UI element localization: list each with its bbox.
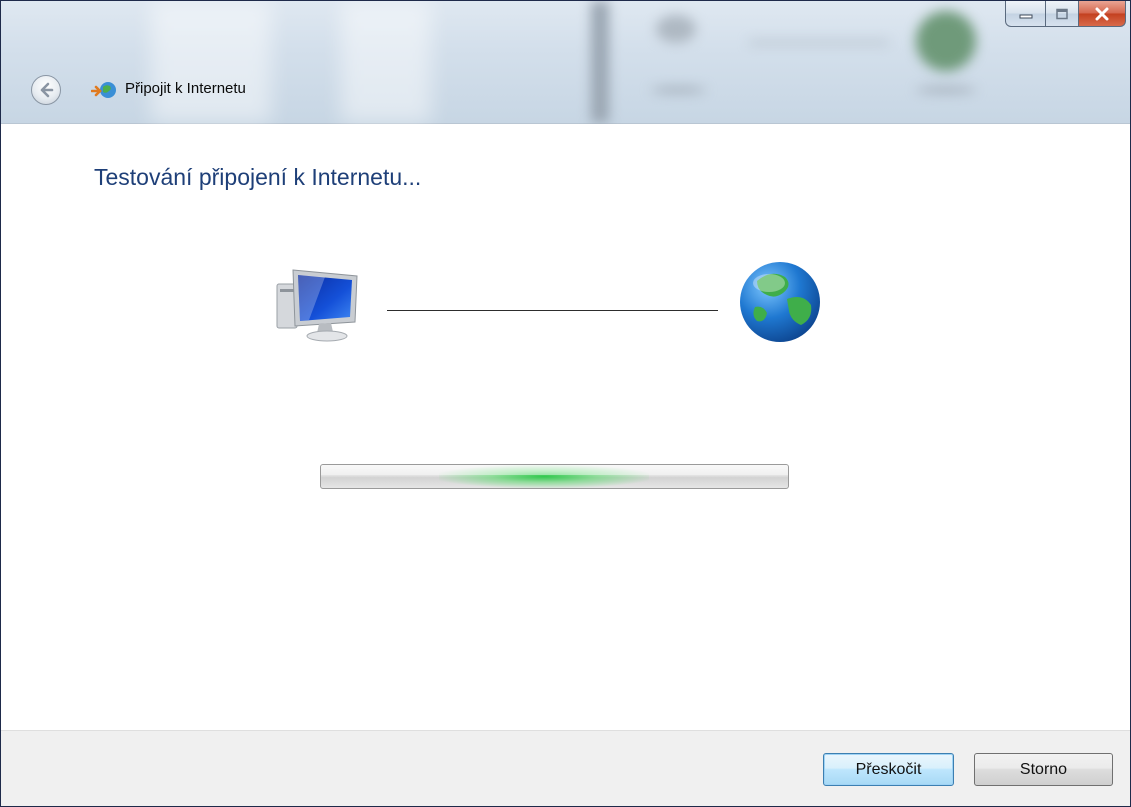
background-blur: [916, 11, 976, 71]
skip-button[interactable]: Přeskočit: [823, 753, 954, 786]
back-button[interactable]: [31, 75, 61, 105]
window-title: Připojit k Internetu: [125, 80, 246, 97]
maximize-icon: [1056, 8, 1068, 19]
background-blur: [749, 41, 889, 44]
background-blur: [916, 87, 976, 93]
caption-buttons: [1005, 1, 1126, 27]
progress-shine: [321, 465, 788, 476]
close-button[interactable]: [1079, 1, 1126, 27]
arrow-left-icon: [40, 82, 54, 98]
button-bar: Přeskočit Storno: [1, 730, 1130, 806]
wizard-window: Připojit k Internetu Testování připojení…: [0, 0, 1131, 807]
background-blur: [591, 1, 609, 123]
network-globe-icon: [91, 82, 116, 98]
background-blur: [651, 87, 706, 93]
wizard-content: Testování připojení k Internetu...: [1, 124, 1130, 730]
minimize-button[interactable]: [1005, 1, 1046, 27]
glass-reflection: [341, 1, 431, 123]
progress-bar: [320, 464, 789, 489]
title-bar[interactable]: Připojit k Internetu: [1, 1, 1130, 124]
maximize-button[interactable]: [1046, 1, 1079, 27]
computer-icon: [276, 269, 358, 342]
connection-line: [387, 310, 718, 311]
page-heading: Testování připojení k Internetu...: [94, 164, 422, 190]
background-blur: [656, 15, 696, 43]
minimize-icon: [1019, 14, 1032, 18]
globe-icon: [740, 262, 820, 342]
close-icon: [1095, 7, 1109, 20]
glass-reflection: [151, 1, 271, 123]
cancel-button[interactable]: Storno: [974, 753, 1113, 786]
